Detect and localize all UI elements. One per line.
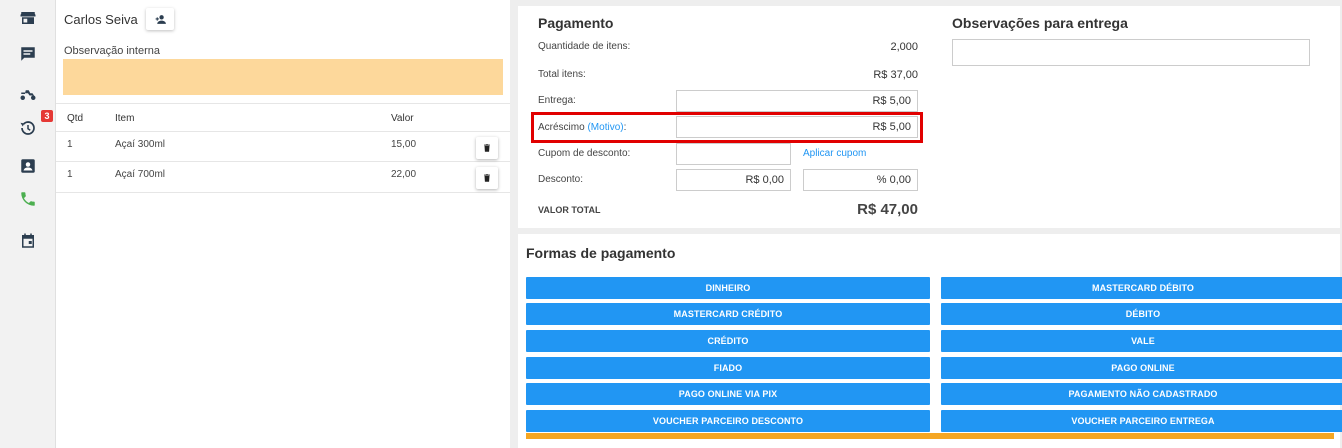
trash-icon (484, 144, 490, 152)
table-row: 1 Açaí 700ml 22,00 (56, 162, 510, 193)
delivery-label: Entrega: (538, 95, 576, 106)
trash-icon (484, 174, 490, 182)
column-header-qty: Qtd (67, 113, 84, 124)
contact-card-icon[interactable] (17, 155, 39, 177)
add-user-button[interactable] (146, 8, 174, 30)
payment-method-button[interactable]: MASTERCARD CRÉDITO (526, 303, 930, 325)
column-header-value: Valor (391, 113, 414, 124)
payment-method-button[interactable]: VOUCHER PARCEIRO ENTREGA (941, 410, 1342, 432)
discount-percent-input[interactable]: % 0,00 (803, 169, 918, 191)
total-value: R$ 47,00 (857, 201, 918, 218)
internal-note-field[interactable] (63, 59, 503, 95)
payment-methods-card: Formas de pagamento DINHEIRO MASTERCARD … (518, 234, 1342, 448)
history-icon[interactable] (17, 117, 39, 139)
discount-label: Desconto: (538, 174, 584, 185)
delivery-notes-title: Observações para entrega (952, 15, 1128, 31)
coupon-label: Cupom de desconto: (538, 148, 631, 159)
discount-amount-input[interactable]: R$ 0,00 (676, 169, 791, 191)
coupon-input[interactable] (676, 143, 791, 165)
history-badge: 3 (41, 110, 53, 122)
item-name: Açaí 700ml (115, 169, 166, 180)
delivery-notes-input[interactable] (952, 39, 1310, 66)
total-items-label: Total itens: (538, 69, 586, 80)
chat-icon[interactable] (17, 43, 39, 65)
remove-item-button[interactable] (476, 137, 498, 159)
item-name: Açaí 300ml (115, 139, 166, 150)
payment-method-button[interactable]: VALE (941, 330, 1342, 352)
item-value: 15,00 (391, 139, 417, 150)
apply-coupon-link[interactable]: Aplicar cupom (803, 148, 866, 159)
payment-method-button[interactable]: VOUCHER PARCEIRO DESCONTO (526, 410, 930, 432)
order-panel: Carlos Seiva Observação interna Qtd Item… (56, 0, 510, 448)
store-icon[interactable] (17, 7, 39, 29)
highlight-box (531, 112, 923, 143)
payment-method-button[interactable]: PAGAMENTO NÃO CADASTRADO (941, 383, 1342, 405)
item-value: 22,00 (391, 169, 417, 180)
payment-method-button[interactable]: FIADO (526, 357, 930, 379)
calendar-icon[interactable] (17, 230, 39, 252)
delivery-bike-icon[interactable] (17, 83, 39, 105)
divider (56, 103, 510, 104)
payment-card: Pagamento Quantidade de itens: 2,000 Tot… (518, 6, 1340, 228)
payment-method-button[interactable]: DÉBITO (941, 303, 1342, 325)
remove-item-button[interactable] (476, 167, 498, 189)
payment-method-button[interactable]: CRÉDITO (526, 330, 930, 352)
phone-icon[interactable] (17, 188, 39, 210)
payment-method-button[interactable]: PAGO ONLINE (941, 357, 1342, 379)
add-user-icon (155, 14, 166, 24)
internal-note-label: Observação interna (64, 45, 160, 57)
quantity-label: Quantidade de itens: (538, 41, 631, 52)
accent-bar (526, 433, 1334, 439)
customer-name: Carlos Seiva (64, 12, 138, 27)
payment-method-button[interactable]: MASTERCARD DÉBITO (941, 277, 1342, 299)
item-qty: 1 (67, 169, 73, 180)
quantity-value: 2,000 (890, 41, 918, 53)
payment-method-button[interactable]: DINHEIRO (526, 277, 930, 299)
total-label: VALOR TOTAL (538, 205, 601, 215)
table-row: 1 Açaí 300ml 15,00 (56, 131, 510, 162)
payment-method-button[interactable]: PAGO ONLINE VIA PIX (526, 383, 930, 405)
payment-methods-title: Formas de pagamento (526, 245, 676, 261)
payment-title: Pagamento (538, 15, 614, 31)
sidebar: 3 (0, 0, 56, 448)
total-items-value: R$ 37,00 (873, 69, 918, 81)
column-header-item: Item (115, 113, 135, 124)
item-qty: 1 (67, 139, 73, 150)
delivery-fee-input[interactable]: R$ 5,00 (676, 90, 918, 112)
